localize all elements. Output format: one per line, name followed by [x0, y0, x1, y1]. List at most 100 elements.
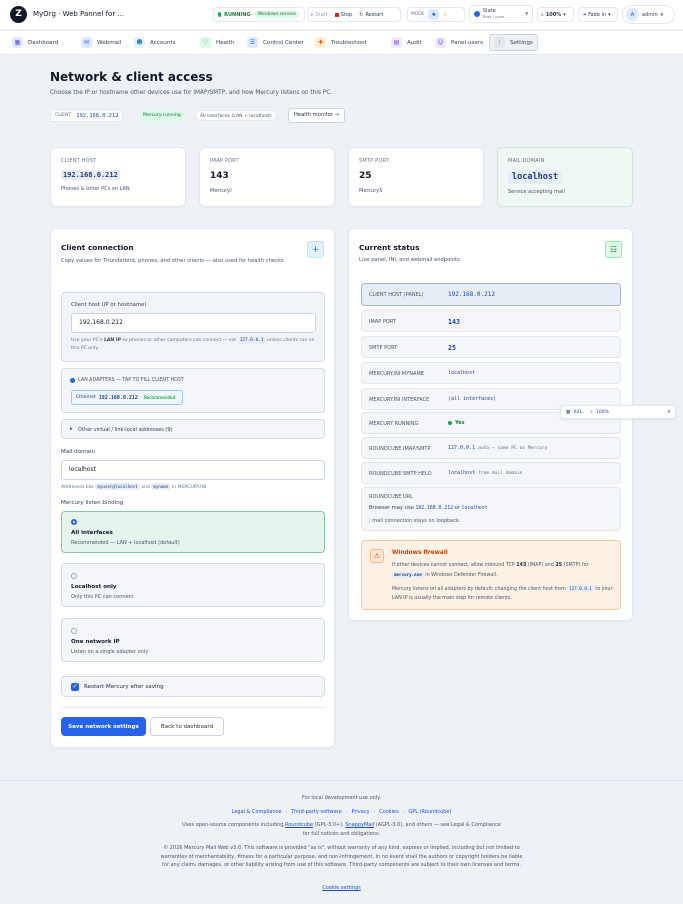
- status-row-imap-port: IMAP PORT 143: [361, 310, 621, 332]
- stat-label: MAIL DOMAIN: [508, 158, 545, 164]
- status-action-button[interactable]: ☷: [605, 241, 622, 258]
- client-host-label: Client host (IP or hostname): [71, 302, 147, 308]
- warning-icon: ⚠: [370, 549, 384, 563]
- client-host-input[interactable]: 192.168.0.212: [71, 313, 316, 333]
- firewall-title: Windows firewall: [392, 550, 448, 556]
- zoom-select[interactable]: ⌕ 100% ▾: [537, 7, 574, 22]
- current-status-card: Current status Live panel, INI, and webm…: [348, 228, 633, 621]
- info-icon: [70, 378, 75, 383]
- stat-sub: Service accepting mail: [508, 189, 565, 195]
- status-dot-icon: [218, 12, 222, 17]
- cookie-settings-link[interactable]: Cookie settings: [0, 885, 683, 891]
- binding-option-all[interactable]: All interfaces Recommended — LAN + local…: [61, 511, 325, 553]
- card-subtitle: Copy values for Thunderbird, phones, and…: [61, 258, 284, 264]
- tab-accounts[interactable]: ☻ Accounts: [130, 34, 180, 51]
- mail-icon: ✉: [81, 37, 92, 48]
- tab-dashboard[interactable]: ▦ Dashboard: [8, 34, 62, 51]
- stat-label: IMAP PORT: [210, 158, 239, 164]
- theme-select[interactable]: Slate Blue / cyan ▾: [469, 5, 533, 23]
- binding-option-localhost[interactable]: Localhost only Only this PC can connect: [61, 563, 325, 607]
- card-title: Client connection: [61, 243, 134, 252]
- service-status: RUNNING Windows service: [213, 7, 305, 22]
- wrench-icon: ✚: [315, 37, 326, 48]
- adapter-ethernet-button[interactable]: Ethernet 192.168.0.212 Recommended: [71, 390, 184, 405]
- roundcube-link[interactable]: Roundcube: [285, 822, 313, 828]
- page-subtitle: Choose the IP or hostname other devices …: [50, 90, 333, 96]
- third-party-link[interactable]: Third-party software: [291, 809, 342, 815]
- stop-button[interactable]: Stop: [334, 12, 352, 18]
- binding-label: Mercury listen binding: [61, 500, 124, 506]
- mail-domain-input[interactable]: localhost: [61, 460, 325, 480]
- users-icon: ☻: [134, 37, 145, 48]
- light-mode-button[interactable]: ✹: [428, 9, 440, 20]
- lan-adapters-title: LAN ADAPTERS — TAP TO FILL CLIENT HOST: [70, 378, 184, 383]
- heart-icon: ♡: [200, 37, 211, 48]
- start-button[interactable]: ▸ Start: [311, 12, 328, 18]
- snappymail-link[interactable]: SnappyMail: [345, 822, 374, 828]
- page-title: Network & client access: [50, 70, 213, 84]
- firewall-text-1: If other devices cannot connect, allow i…: [392, 563, 589, 578]
- floating-view-widget[interactable]: ▦ XXL ⌕ 100% ▾: [560, 405, 676, 419]
- app-title: MyOrg · Web Pannel for ...: [33, 10, 125, 18]
- layout-icon: ▦: [566, 409, 571, 415]
- other-addresses-toggle[interactable]: ▸ Other virtual / link-local addresses (…: [61, 419, 325, 439]
- tab-panel-users[interactable]: ☺ Panel users: [431, 34, 487, 51]
- stat-sub: MercuryI: [210, 188, 232, 194]
- checkbox-checked-icon: ✓: [71, 683, 79, 691]
- stat-sub: Phones & other PCs on LAN: [61, 186, 130, 192]
- chevron-down-icon: ▾: [608, 11, 611, 18]
- plus-icon: +: [311, 244, 320, 255]
- mode-toggle: MODE ✹ ☾: [407, 7, 465, 22]
- radio-icon: [71, 628, 77, 634]
- back-to-dashboard-button[interactable]: Back to dashboard: [150, 717, 224, 736]
- theme-sub: Blue / cyan: [483, 14, 505, 19]
- service-controls: ▸ Start Stop ↻ Restart: [307, 7, 401, 22]
- firewall-callout: ⚠ Windows firewall If other devices cann…: [361, 540, 621, 610]
- tab-webmail[interactable]: ✉ Webmail: [77, 34, 125, 51]
- restart-after-saving-checkbox[interactable]: ✓ Restart Mercury after saving: [61, 676, 325, 697]
- stat-mail-domain: MAIL DOMAIN localhost Service accepting …: [497, 147, 633, 207]
- stat-imap-port: IMAP PORT 143 MercuryI: [199, 147, 335, 207]
- stat-sub: MercuryS: [359, 188, 383, 194]
- zoom-value: 100%: [545, 11, 562, 18]
- footer-oss: Uses open-source components including Ro…: [182, 822, 501, 837]
- tab-troubleshoot[interactable]: ✚ Troubleshoot: [311, 34, 371, 51]
- app-logo: Z: [10, 6, 27, 23]
- sliders-icon: ☰: [247, 37, 258, 48]
- chevron-down-icon: ▾: [667, 409, 670, 415]
- tab-audit[interactable]: ▤ Audit: [387, 34, 426, 51]
- stop-icon: [334, 12, 339, 17]
- chevron-down-icon: ▾: [563, 11, 566, 18]
- status-row-roundcube-url: ROUNDCUBE URL Browser may use 192.168.0.…: [361, 487, 621, 531]
- tab-control-center[interactable]: ☰ Control Center: [243, 34, 308, 51]
- fade-select[interactable]: ⇥ Fade in ▾: [578, 7, 618, 22]
- cookies-link[interactable]: Cookies: [379, 809, 399, 815]
- stat-value: 143: [210, 171, 229, 181]
- health-monitor-button[interactable]: Health monitor →: [288, 108, 345, 123]
- binding-option-one-ip[interactable]: One network IP Listen on a single adapte…: [61, 618, 325, 662]
- stat-label: SMTP PORT: [359, 158, 390, 164]
- status-row-smtp-port: SMTP PORT 25: [361, 336, 621, 358]
- mail-domain-label: Mail domain: [61, 449, 96, 455]
- fade-value: Fade in: [588, 11, 607, 18]
- footer-copyright: © 2026 Mercury Mail Web v3.0. This softw…: [160, 845, 523, 868]
- stat-client-host: CLIENT HOST 192.168.0.212 Phones & other…: [50, 147, 186, 207]
- mode-label: MODE: [411, 12, 425, 17]
- sun-icon: ✹: [431, 11, 436, 18]
- client-chip-label: CLIENT: [55, 113, 72, 118]
- privacy-link[interactable]: Privacy: [351, 809, 369, 815]
- tab-settings[interactable]: ⫶ Settings: [489, 34, 538, 51]
- lan-adapters-section: LAN ADAPTERS — TAP TO FILL CLIENT HOST E…: [61, 368, 325, 413]
- stat-value: 192.168.0.212: [61, 170, 120, 180]
- dark-mode-button[interactable]: ☾: [443, 12, 447, 18]
- gpl-link[interactable]: GPL (Roundcube): [408, 809, 451, 815]
- add-client-button[interactable]: +: [307, 241, 324, 258]
- restart-button[interactable]: ↻ Restart: [359, 12, 383, 18]
- save-network-settings-button[interactable]: Save network settings: [61, 717, 146, 736]
- client-connection-card: Client connection Copy values for Thunde…: [50, 228, 335, 748]
- status-dot-icon: [448, 421, 452, 425]
- user-menu[interactable]: A admin ▾: [622, 5, 675, 24]
- tab-health[interactable]: ♡ Health: [196, 34, 238, 51]
- legal-link[interactable]: Legal & Compliance: [232, 809, 282, 815]
- refresh-icon: ↻: [359, 11, 364, 18]
